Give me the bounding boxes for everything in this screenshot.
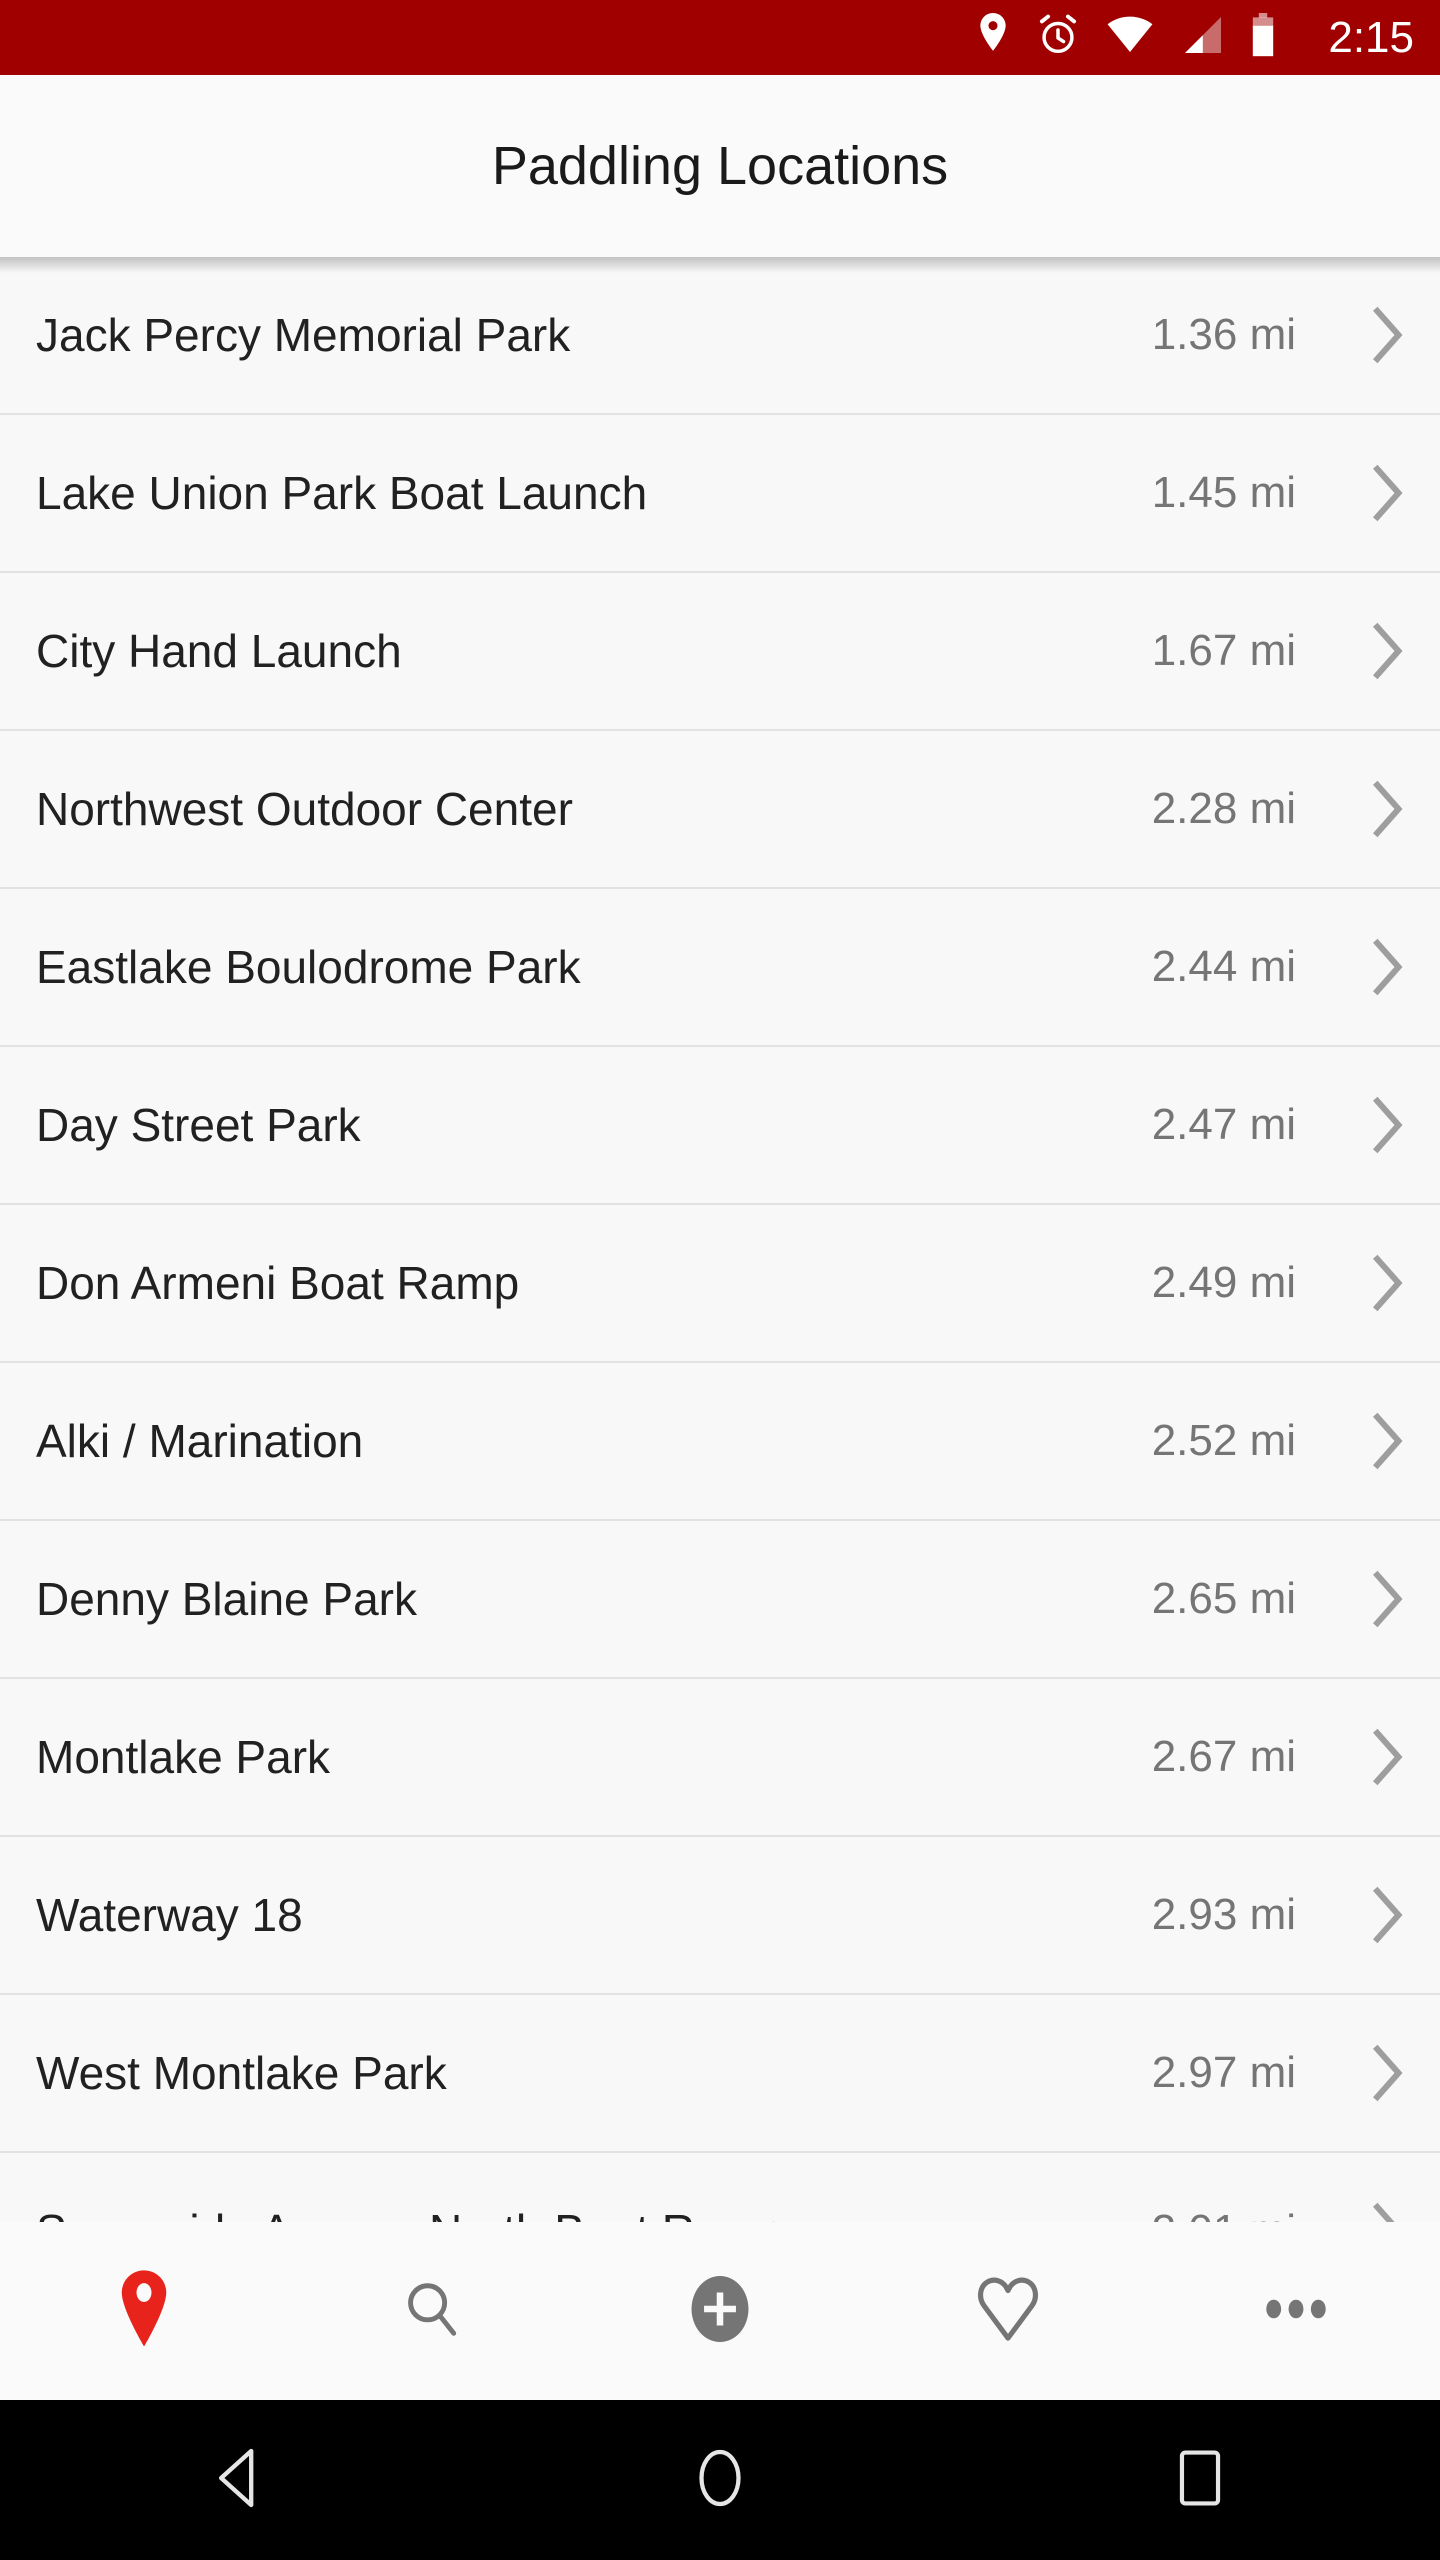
location-name: Northwest Outdoor Center — [36, 783, 573, 835]
location-name: Jack Percy Memorial Park — [36, 309, 571, 361]
chevron-right-icon[interactable] — [1332, 1727, 1440, 1787]
wifi-icon — [1106, 15, 1154, 60]
chevron-right-icon[interactable] — [1332, 2043, 1440, 2103]
chevron-right-icon[interactable] — [1332, 305, 1440, 365]
location-name: Denny Blaine Park — [36, 1573, 417, 1625]
location-distance: 2.67 mi — [1151, 1732, 1296, 1781]
battery-icon — [1250, 13, 1276, 62]
location-distance: 2.65 mi — [1151, 1574, 1296, 1623]
location-name: Day Street Park — [36, 1099, 361, 1151]
status-bar-clock: 2:15 — [1328, 12, 1414, 62]
chevron-right-icon[interactable] — [1332, 779, 1440, 839]
chevron-right-icon[interactable] — [1332, 2201, 1440, 2222]
add-circle-icon — [685, 2272, 755, 2351]
search-icon — [401, 2278, 463, 2345]
location-distance: 1.36 mi — [1151, 310, 1296, 359]
nav-item-locations[interactable] — [0, 2222, 288, 2400]
location-name: City Hand Launch — [36, 625, 402, 677]
heart-icon — [975, 2275, 1041, 2348]
location-distance: 1.45 mi — [1151, 468, 1296, 517]
system-nav-home[interactable] — [480, 2400, 960, 2560]
table-row[interactable]: Jack Percy Memorial Park 1.36 mi — [0, 257, 1440, 415]
bottom-navigation-bar — [0, 2222, 1440, 2400]
alarm-clock-icon — [1036, 13, 1080, 62]
app-header: Paddling Locations — [0, 75, 1440, 257]
location-distance: 2.93 mi — [1151, 1890, 1296, 1939]
nav-item-more[interactable] — [1152, 2222, 1440, 2400]
location-name: Eastlake Boulodrome Park — [36, 941, 581, 993]
phone-screen: 2:15 Paddling Locations Jack Percy Memor… — [0, 0, 1440, 2560]
chevron-right-icon[interactable] — [1332, 1885, 1440, 1945]
table-row[interactable]: Waterway 18 2.93 mi — [0, 1837, 1440, 1995]
location-distance: 2.28 mi — [1151, 784, 1296, 833]
location-distance: 1.67 mi — [1151, 626, 1296, 675]
location-name: Montlake Park — [36, 1731, 331, 1783]
table-row[interactable]: Montlake Park 2.67 mi — [0, 1679, 1440, 1837]
chevron-right-icon[interactable] — [1332, 1569, 1440, 1629]
chevron-right-icon[interactable] — [1332, 621, 1440, 681]
table-row[interactable]: Sunnyside Avenue North Boat Ramp3.01 mi — [0, 2153, 1440, 2222]
location-name: West Montlake Park — [36, 2047, 447, 2099]
table-row[interactable]: Denny Blaine Park 2.65 mi — [0, 1521, 1440, 1679]
cellular-signal-icon — [1180, 15, 1224, 60]
location-pin-icon — [115, 2269, 173, 2353]
table-row[interactable]: Alki / Marination 2.52 mi — [0, 1363, 1440, 1521]
chevron-right-icon[interactable] — [1332, 937, 1440, 997]
nav-item-add[interactable] — [576, 2222, 864, 2400]
android-system-navigation — [0, 2400, 1440, 2560]
table-row[interactable]: City Hand Launch 1.67 mi — [0, 573, 1440, 731]
location-distance: 3.01 mi — [1032, 2206, 1332, 2222]
chevron-right-icon[interactable] — [1332, 1095, 1440, 1155]
header-shadow — [0, 257, 1440, 273]
back-icon — [212, 2447, 268, 2514]
system-nav-recents[interactable] — [960, 2400, 1440, 2560]
chevron-right-icon[interactable] — [1332, 1411, 1440, 1471]
page-title: Paddling Locations — [491, 136, 949, 196]
table-row[interactable]: West Montlake Park 2.97 mi — [0, 1995, 1440, 2153]
status-bar: 2:15 — [0, 0, 1440, 75]
location-name: Waterway 18 — [36, 1889, 303, 1941]
location-distance: 2.44 mi — [1151, 942, 1296, 991]
home-icon — [695, 2447, 745, 2514]
table-row[interactable]: Don Armeni Boat Ramp 2.49 mi — [0, 1205, 1440, 1363]
location-list[interactable]: Jack Percy Memorial Park 1.36 mi Lake Unio… — [0, 257, 1440, 2222]
location-distance: 2.52 mi — [1151, 1416, 1296, 1465]
table-row[interactable]: Day Street Park 2.47 mi — [0, 1047, 1440, 1205]
nav-item-favorites[interactable] — [864, 2222, 1152, 2400]
chevron-right-icon[interactable] — [1332, 1253, 1440, 1313]
location-name: Lake Union Park Boat Launch — [36, 467, 648, 519]
system-nav-back[interactable] — [0, 2400, 480, 2560]
location-distance: 2.97 mi — [1151, 2048, 1296, 2097]
chevron-right-icon[interactable] — [1332, 463, 1440, 523]
location-pin-icon — [976, 13, 1010, 62]
nav-item-search[interactable] — [288, 2222, 576, 2400]
more-icon — [1263, 2296, 1329, 2327]
location-name: Alki / Marination — [36, 1415, 364, 1467]
table-row[interactable]: Lake Union Park Boat Launch 1.45 mi — [0, 415, 1440, 573]
table-row[interactable]: Northwest Outdoor Center 2.28 mi — [0, 731, 1440, 889]
recents-icon — [1179, 2449, 1221, 2512]
location-distance: 2.49 mi — [1151, 1258, 1296, 1307]
table-row[interactable]: Eastlake Boulodrome Park 2.44 mi — [0, 889, 1440, 1047]
status-bar-icons: 2:15 — [976, 13, 1414, 62]
location-distance: 2.47 mi — [1151, 1100, 1296, 1149]
location-name: Sunnyside Avenue North Boat Ramp — [36, 2205, 1032, 2222]
location-name: Don Armeni Boat Ramp — [36, 1257, 520, 1309]
